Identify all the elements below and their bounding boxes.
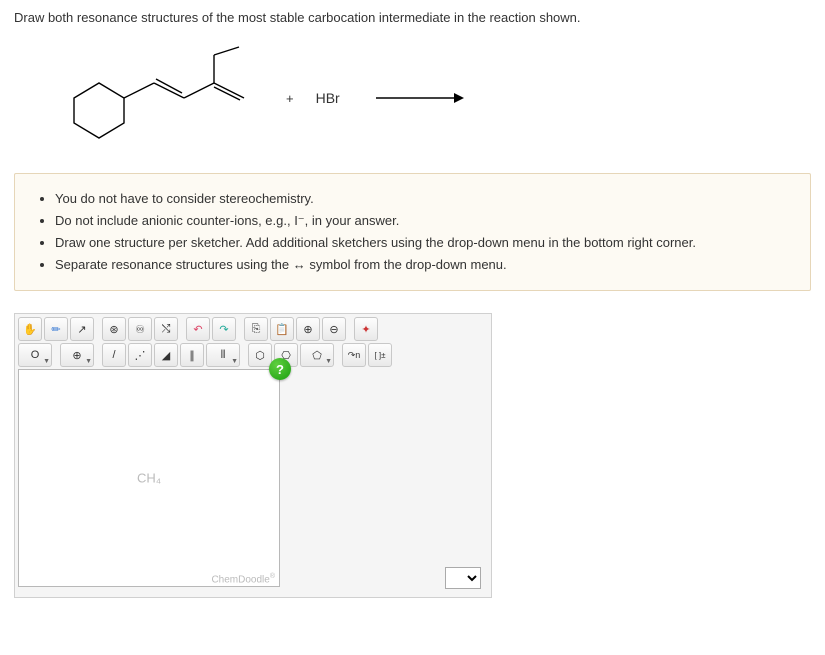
clean-tool-icon[interactable]: ♾ [128,317,152,341]
lasso-tool-icon[interactable]: ↗ [70,317,94,341]
instruction-item: You do not have to consider stereochemis… [55,188,792,210]
wedge-bond-icon[interactable]: ◢ [154,343,178,367]
toolbar-row-1: ✋ ✏ ↗ ⊛ ♾ ⤭ ↶ ↷ ⎘ 📋 ⊕ ⊖ ✦ [18,317,488,341]
add-sketcher-select[interactable] [445,567,481,589]
cyclohexane-ring-icon[interactable]: ⬡ [248,343,272,367]
reaction-scheme: + HBr [54,43,811,153]
curved-arrow-icon[interactable]: ↷n [342,343,366,367]
redo-icon[interactable]: ↷ [212,317,236,341]
question-prompt: Draw both resonance structures of the mo… [14,10,811,25]
zoom-in-icon[interactable]: ⊕ [296,317,320,341]
plus-sign: + [286,91,294,106]
center-tool-icon[interactable]: ⊛ [102,317,126,341]
zoom-out-icon[interactable]: ⊖ [322,317,346,341]
dashed-bond-icon[interactable]: ⋰ [128,343,152,367]
chem-sketcher: ✋ ✏ ↗ ⊛ ♾ ⤭ ↶ ↷ ⎘ 📋 ⊕ ⊖ ✦ O▼ ⊕▼ / ⋰ ◢ ∥ … [14,313,492,598]
reagent-hbr: HBr [316,90,340,106]
toolbar-row-2: O▼ ⊕▼ / ⋰ ◢ ∥ ⫴▼ ⬡ ⎔ ⬠▼ ↷n [ ]± [18,343,488,367]
hand-tool-icon[interactable]: ✋ [18,317,42,341]
ring-picker[interactable]: ⬠▼ [300,343,334,367]
canvas-placeholder: CH₄ [137,471,161,486]
add-sketcher-dropdown[interactable] [445,567,481,589]
reaction-arrow-icon [374,88,464,108]
single-bond-icon[interactable]: / [102,343,126,367]
paste-icon[interactable]: 📋 [270,317,294,341]
instruction-item: Do not include anionic counter-ions, e.g… [55,210,792,232]
erase-tool-icon[interactable]: ✏ [44,317,68,341]
triple-bond-picker[interactable]: ⫴▼ [206,343,240,367]
search-templates-icon[interactable]: ✦ [354,317,378,341]
instruction-box: You do not have to consider stereochemis… [14,173,811,291]
copy-icon[interactable]: ⎘ [244,317,268,341]
charge-picker[interactable]: ⊕▼ [60,343,94,367]
instruction-item: Draw one structure per sketcher. Add add… [55,232,792,254]
flip-tool-icon[interactable]: ⤭ [154,317,178,341]
drawing-canvas[interactable]: ? CH₄ ChemDoodle® [18,369,280,587]
reactant-structure [54,43,264,153]
instruction-item: Separate resonance structures using the … [55,254,792,276]
undo-icon[interactable]: ↶ [186,317,210,341]
atom-picker[interactable]: O▼ [18,343,52,367]
help-icon[interactable]: ? [269,358,291,380]
double-bond-icon[interactable]: ∥ [180,343,204,367]
chemdoodle-brand: ChemDoodle® [211,573,275,585]
bracket-icon[interactable]: [ ]± [368,343,392,367]
